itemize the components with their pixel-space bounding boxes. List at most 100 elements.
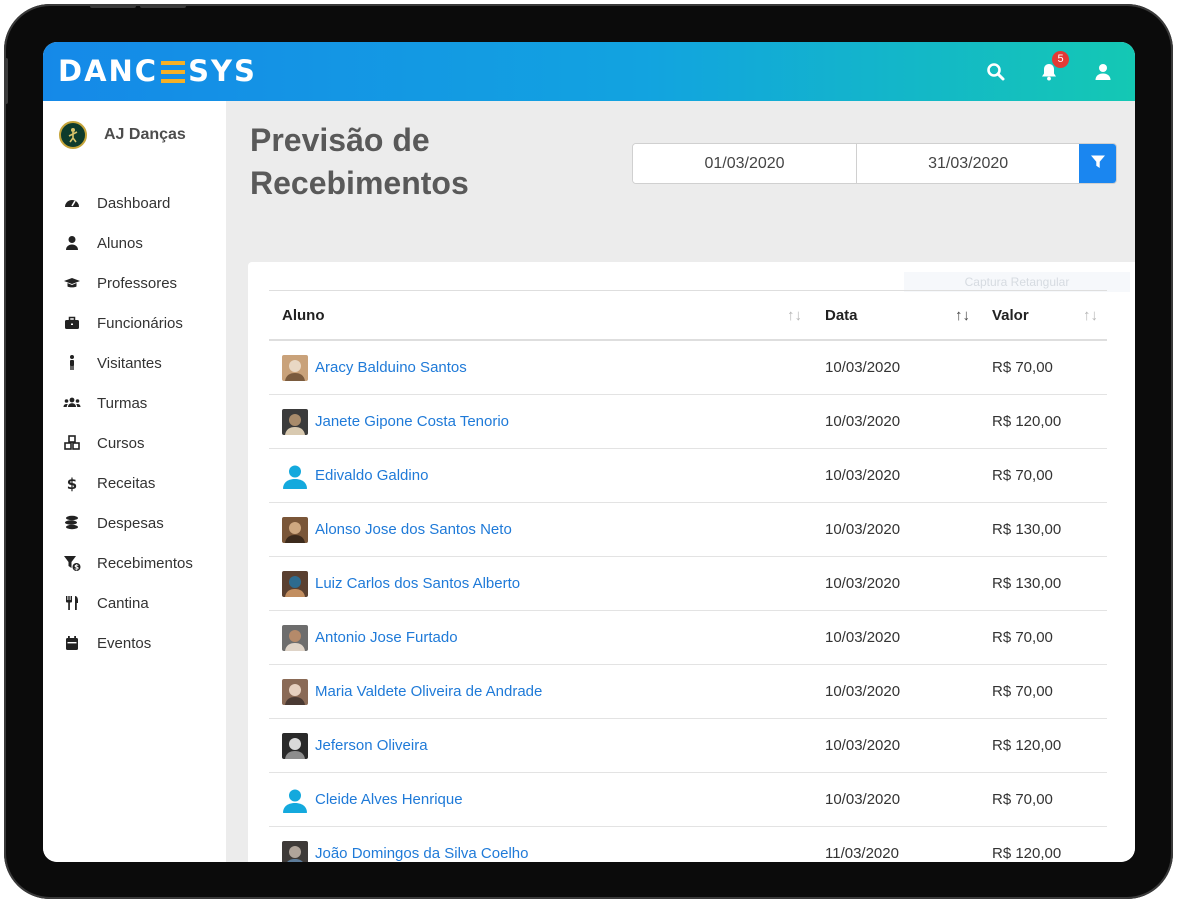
cell-aluno: Cleide Alves Henrique (282, 773, 463, 826)
cell-valor: R$ 70,00 (992, 791, 1053, 808)
student-photo (282, 624, 308, 651)
dollar-icon: $ (63, 474, 81, 492)
table-row: Alonso Jose dos Santos Neto 10/03/2020 R… (269, 503, 1107, 557)
tablet-button (4, 58, 8, 104)
table-body: Aracy Balduino Santos 10/03/2020 R$ 70,0… (269, 341, 1107, 862)
tablet-button (140, 4, 186, 8)
sidebar-item-label: Eventos (97, 634, 152, 652)
cell-data: 10/03/2020 (825, 521, 901, 538)
cell-aluno: Alonso Jose dos Santos Neto (282, 503, 512, 556)
sort-icon[interactable]: ↑↓ (1083, 307, 1098, 324)
cell-data: 10/03/2020 (825, 737, 901, 754)
sidebar-item-cursos[interactable]: Cursos (43, 423, 226, 463)
table-row: Maria Valdete Oliveira de Andrade 10/03/… (269, 665, 1107, 719)
sidebar-item-label: Cursos (97, 434, 145, 452)
cell-valor: R$ 120,00 (992, 737, 1062, 754)
cell-data: 11/03/2020 (825, 845, 899, 862)
sidebar-item-recebimentos[interactable]: $ Recebimentos (43, 543, 226, 583)
cell-aluno: Maria Valdete Oliveira de Andrade (282, 665, 542, 718)
sidebar-item-label: Visitantes (97, 354, 162, 372)
default-user-avatar-icon (282, 787, 308, 813)
page-title: Previsão de Recebimentos (250, 122, 469, 201)
cell-data: 10/03/2020 (825, 683, 901, 700)
column-header-aluno[interactable]: Aluno (282, 291, 325, 340)
sidebar-item-professores[interactable]: Professores (43, 263, 226, 303)
graduation-cap-icon (63, 274, 81, 292)
cell-valor: R$ 70,00 (992, 467, 1053, 484)
sort-ascending-icon[interactable]: ↑↓ (955, 307, 970, 324)
date-to-input[interactable] (856, 144, 1080, 183)
calendar-icon (63, 634, 81, 652)
tablet-button (90, 4, 136, 8)
cell-valor: R$ 120,00 (992, 413, 1062, 430)
student-name-link[interactable]: Janete Gipone Costa Tenorio (315, 413, 509, 430)
student-name-link[interactable]: Luiz Carlos dos Santos Alberto (315, 575, 520, 592)
table-header: Aluno ↑↓ Data ↑↓ Valor ↑↓ (269, 290, 1107, 341)
table-row: Cleide Alves Henrique 10/03/2020 R$ 70,0… (269, 773, 1107, 827)
sidebar-item-label: Receitas (97, 474, 156, 492)
logo-e-mark (161, 61, 186, 83)
app-screen: DANC SYS 5 AJ Danças Dashboard Alunos Pr… (43, 42, 1135, 862)
svg-text:$: $ (67, 475, 77, 492)
student-photo (282, 678, 308, 705)
table-row: João Domingos da Silva Coelho 11/03/2020… (269, 827, 1107, 862)
student-photo (282, 732, 308, 759)
sidebar-item-despesas[interactable]: Despesas (43, 503, 226, 543)
sidebar-item-label: Dashboard (97, 194, 171, 212)
cell-data: 10/03/2020 (825, 359, 901, 376)
notification-badge: 5 (1052, 51, 1069, 68)
cell-aluno: Antonio Jose Furtado (282, 611, 458, 664)
briefcase-icon (63, 314, 81, 332)
sidebar-item-dashboard[interactable]: Dashboard (43, 183, 226, 223)
student-name-link[interactable]: Alonso Jose dos Santos Neto (315, 521, 512, 538)
filter-dollar-icon: $ (63, 554, 81, 572)
student-name-link[interactable]: Jeferson Oliveira (315, 737, 428, 754)
student-name-link[interactable]: Maria Valdete Oliveira de Andrade (315, 683, 542, 700)
sidebar-item-cantina[interactable]: Cantina (43, 583, 226, 623)
school-brand[interactable]: AJ Danças (59, 121, 186, 149)
svg-text:$: $ (74, 564, 79, 572)
table-row: Edivaldo Galdino 10/03/2020 R$ 70,00 (269, 449, 1107, 503)
sidebar-item-label: Funcionários (97, 314, 183, 332)
cell-aluno: Edivaldo Galdino (282, 449, 428, 502)
cell-data: 10/03/2020 (825, 413, 901, 430)
sidebar-item-label: Alunos (97, 234, 143, 252)
user-icon[interactable] (1091, 60, 1115, 84)
speedometer-icon (63, 194, 81, 212)
dancesys-logo[interactable]: DANC SYS (58, 55, 257, 87)
sidebar-item-turmas[interactable]: Turmas (43, 383, 226, 423)
cell-valor: R$ 120,00 (992, 845, 1062, 862)
cell-aluno: Jeferson Oliveira (282, 719, 428, 772)
table-row: Janete Gipone Costa Tenorio 10/03/2020 R… (269, 395, 1107, 449)
sidebar-item-funcionarios[interactable]: Funcionários (43, 303, 226, 343)
search-icon[interactable] (984, 60, 1008, 84)
school-name: AJ Danças (104, 126, 186, 143)
sort-icon[interactable]: ↑↓ (787, 307, 802, 324)
sidebar-item-label: Professores (97, 274, 178, 292)
cell-data: 10/03/2020 (825, 791, 901, 808)
cell-valor: R$ 130,00 (992, 521, 1062, 538)
sidebar-item-visitantes[interactable]: Visitantes (43, 343, 226, 383)
column-header-valor[interactable]: Valor (992, 291, 1029, 340)
student-photo (282, 354, 308, 381)
sidebar-item-eventos[interactable]: Eventos (43, 623, 226, 663)
student-photo (282, 570, 308, 597)
cell-valor: R$ 70,00 (992, 683, 1053, 700)
sidebar-item-receitas[interactable]: $ Receitas (43, 463, 226, 503)
date-range-filter (632, 143, 1117, 184)
student-photo (282, 516, 308, 543)
student-name-link[interactable]: Edivaldo Galdino (315, 467, 428, 484)
column-header-data[interactable]: Data (825, 291, 858, 340)
sidebar-item-label: Despesas (97, 514, 164, 532)
cell-aluno: Janete Gipone Costa Tenorio (282, 395, 509, 448)
student-name-link[interactable]: João Domingos da Silva Coelho (315, 845, 528, 862)
user-icon (63, 234, 81, 252)
student-name-link[interactable]: Cleide Alves Henrique (315, 791, 463, 808)
table-row: Jeferson Oliveira 10/03/2020 R$ 120,00 (269, 719, 1107, 773)
student-name-link[interactable]: Aracy Balduino Santos (315, 359, 467, 376)
filter-button[interactable] (1079, 144, 1116, 183)
users-group-icon (63, 394, 81, 412)
sidebar-item-alunos[interactable]: Alunos (43, 223, 226, 263)
date-from-input[interactable] (633, 144, 857, 183)
student-name-link[interactable]: Antonio Jose Furtado (315, 629, 458, 646)
